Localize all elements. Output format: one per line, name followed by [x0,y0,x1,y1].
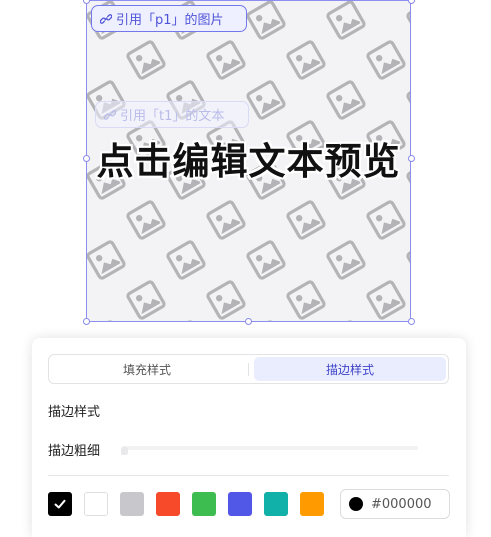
resize-handle-top-right[interactable] [408,0,415,4]
resize-handle-bottom-left[interactable] [83,318,90,325]
resize-handle-left[interactable] [83,155,90,162]
color-swatch-green[interactable] [192,492,216,516]
reference-tag-image[interactable]: 引用「p1」的图片 [91,5,247,32]
tab-fill-style[interactable]: 填充样式 [51,357,243,381]
color-swatch-white[interactable] [84,492,108,516]
tab-stroke-style[interactable]: 描边样式 [254,357,446,381]
link-icon [100,13,112,24]
resize-handle-bottom-right[interactable] [408,318,415,325]
preview-text[interactable]: 点击编辑文本预览 [86,132,411,184]
hex-color-value: #000000 [371,496,432,512]
style-panel: 填充样式 描边样式 描边样式 描边粗细 #000000 [32,338,466,537]
hex-color-input[interactable]: #000000 [340,489,450,519]
stroke-width-slider[interactable] [122,446,418,450]
divider [48,475,449,476]
resize-handle-bottom[interactable] [245,318,252,325]
resize-handle-right[interactable] [408,155,415,162]
color-swatch-orange[interactable] [300,492,324,516]
section-title: 描边样式 [48,405,101,420]
link-icon [104,109,116,120]
stroke-width-slider-thumb[interactable] [121,447,128,455]
reference-tag-text-label: 引用「t1」的文本 [120,109,225,124]
style-tabs: 填充样式 描边样式 [48,354,449,384]
stroke-width-label: 描边粗细 [48,444,101,459]
tab-divider [248,363,249,376]
hex-color-preview [349,497,363,511]
reference-tag-image-label: 引用「p1」的图片 [116,13,224,28]
color-swatch-teal[interactable] [264,492,288,516]
check-icon [54,499,66,509]
color-swatch-gray[interactable] [120,492,144,516]
color-swatch-indigo[interactable] [228,492,252,516]
reference-tag-text[interactable]: 引用「t1」的文本 [95,101,249,128]
color-swatch-black[interactable] [48,492,72,516]
color-swatch-red[interactable] [156,492,180,516]
